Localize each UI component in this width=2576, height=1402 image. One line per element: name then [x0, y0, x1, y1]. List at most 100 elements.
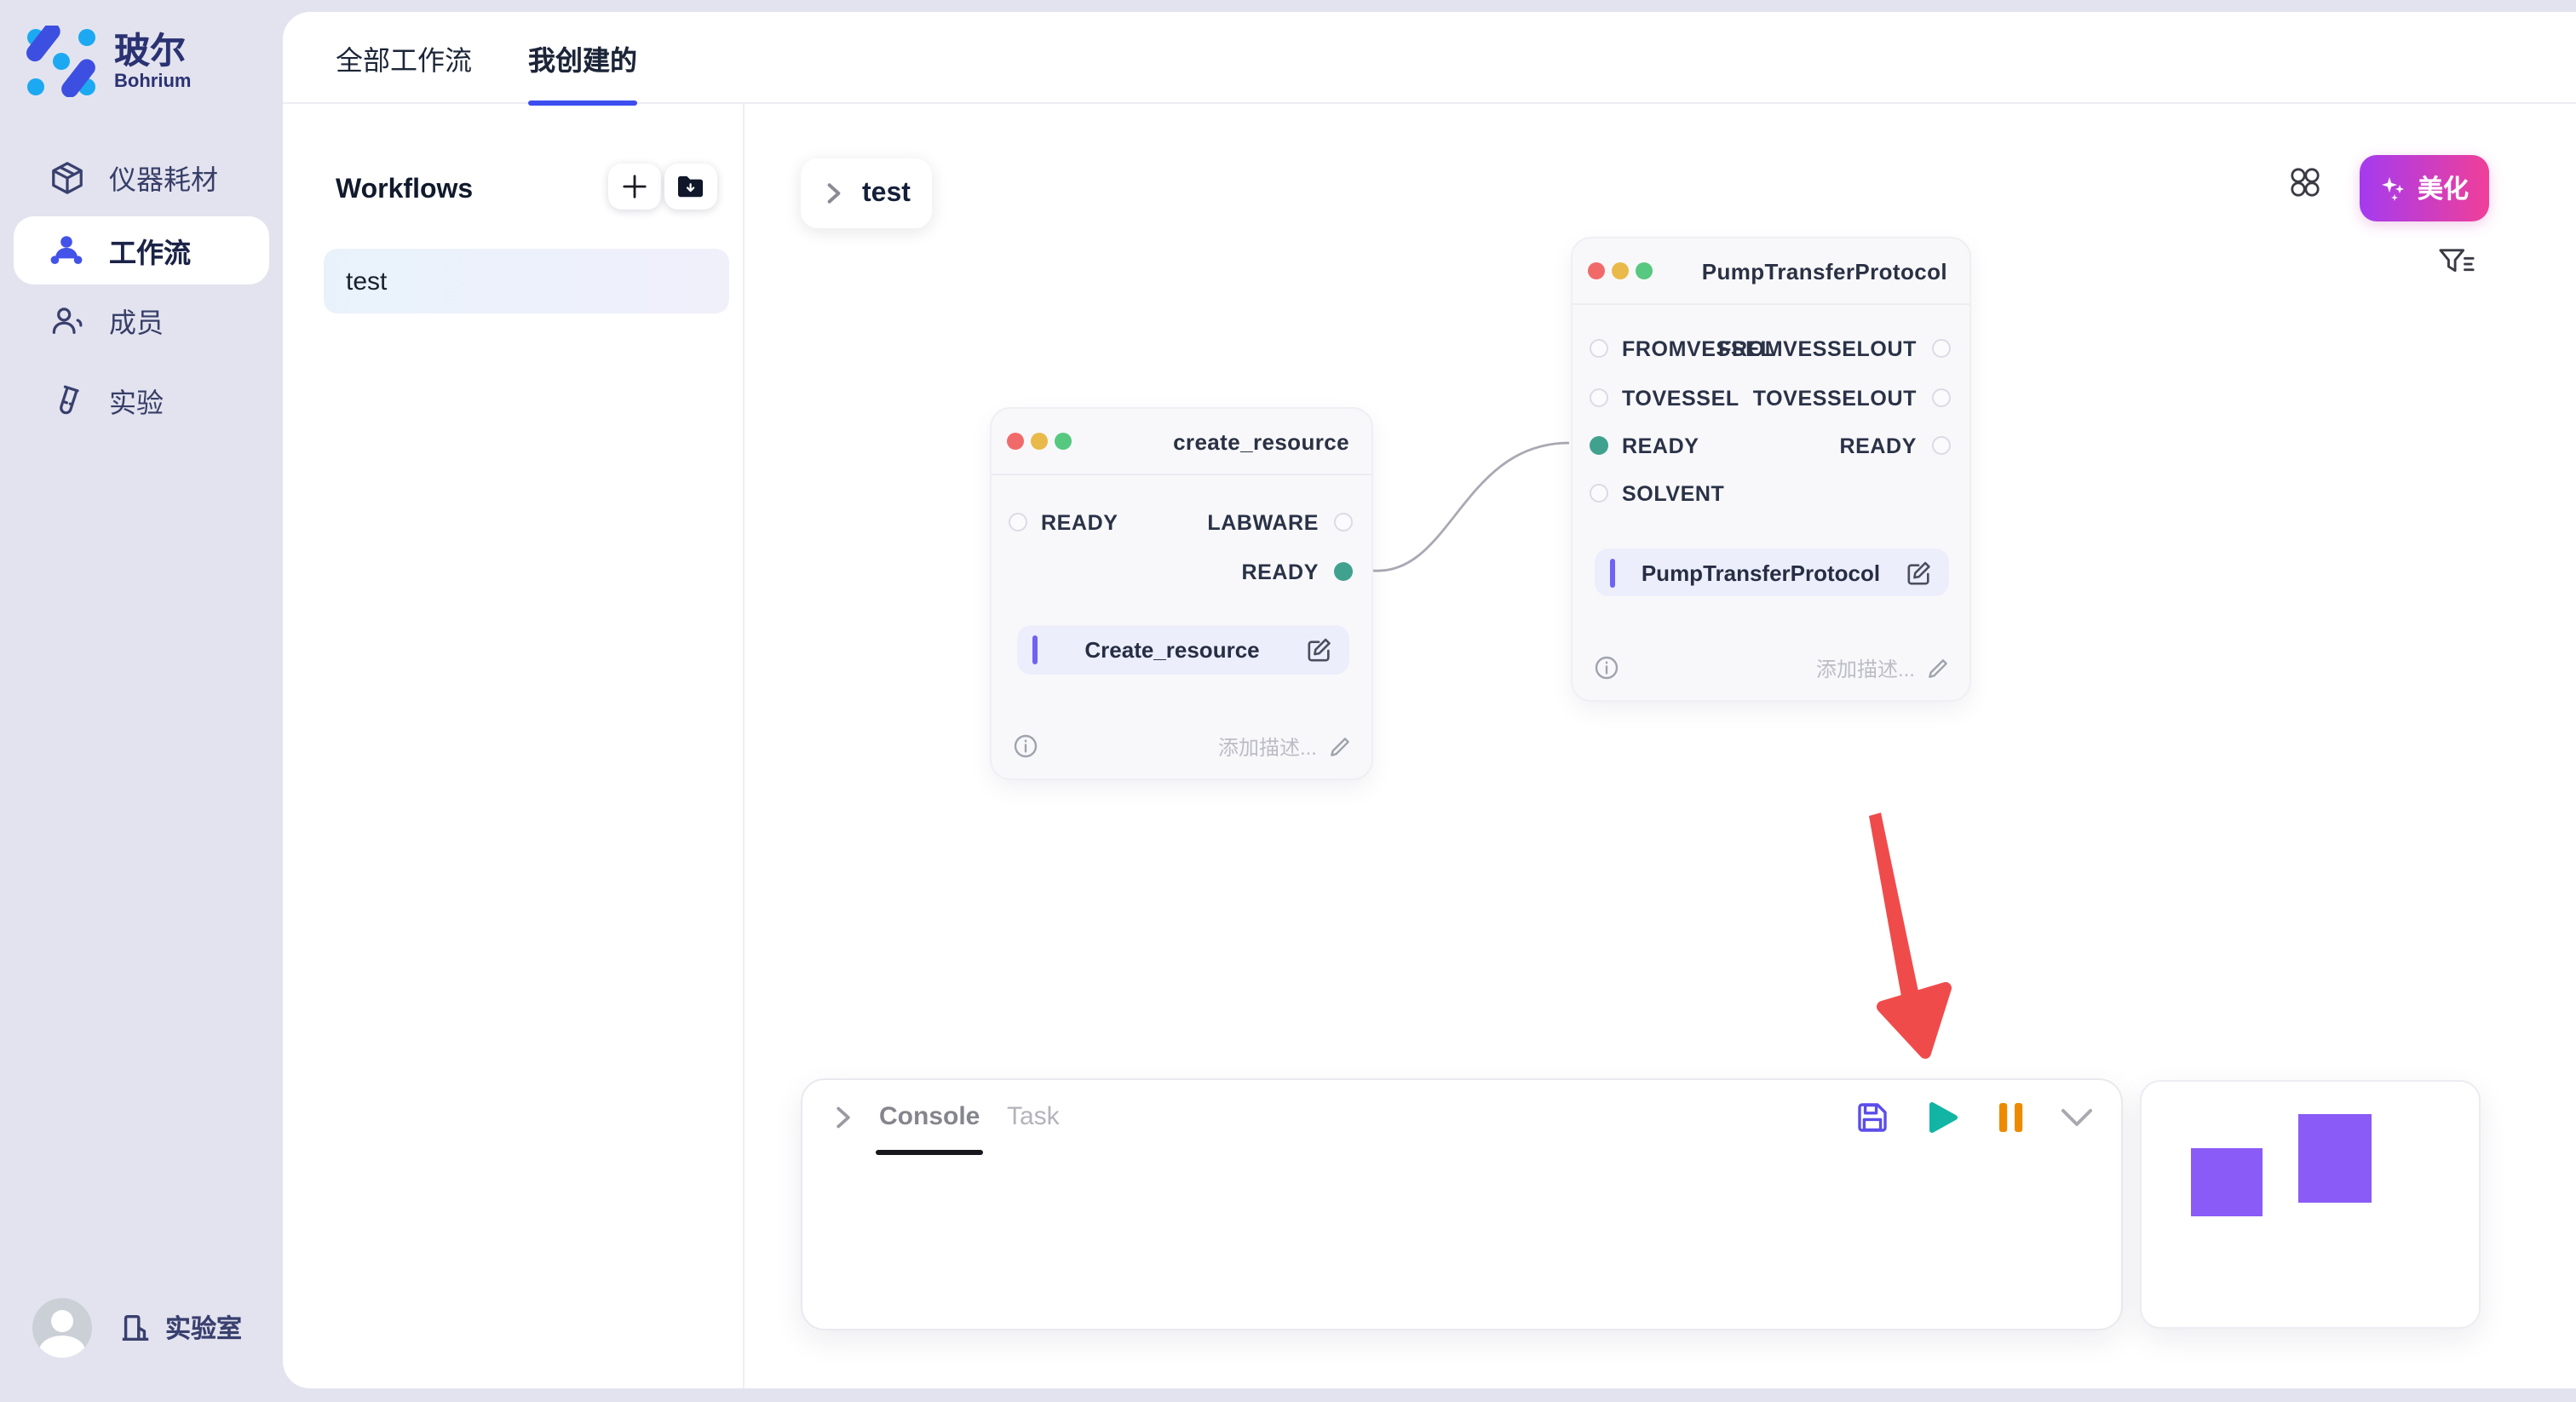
expand-chevron-icon[interactable] — [833, 1106, 854, 1129]
pencil-icon[interactable] — [1927, 657, 1949, 679]
sidebar-item-label: 工作流 — [109, 230, 191, 271]
sidebar-item-members[interactable]: 成员 — [14, 286, 269, 354]
workflows-panel-title: Workflows — [336, 175, 473, 206]
sidebar-item-label: 成员 — [109, 300, 164, 341]
port-label: TOVESSEL — [1622, 387, 1739, 411]
traffic-dots-icon — [1007, 433, 1072, 450]
pause-icon — [1996, 1100, 2025, 1135]
edit-icon[interactable] — [1307, 637, 1332, 663]
save-button[interactable] — [1852, 1097, 1893, 1138]
workflows-panel: Workflows test — [283, 104, 745, 1388]
brand-name-zh: 玻尔 — [114, 32, 191, 71]
save-icon — [1855, 1100, 1889, 1135]
sidebar: 玻尔 Bohrium 仪器耗材 — [0, 0, 283, 1402]
main-content: 全部工作流 我创建的 Workflows test — [283, 12, 2576, 1388]
port-label: SOLVENT — [1622, 482, 1724, 506]
user-avatar[interactable] — [32, 1298, 92, 1358]
output-port-ready[interactable] — [1932, 436, 1951, 455]
plus-icon — [622, 174, 647, 199]
node-footer: 添加描述... — [1014, 729, 1351, 763]
minimap-node-pump-transfer — [2298, 1114, 2372, 1203]
building-icon — [119, 1312, 152, 1344]
node-footer: 添加描述... — [1595, 651, 1949, 685]
node-function-pill[interactable]: Create_resource — [1017, 625, 1349, 675]
bohrium-logo-icon — [26, 26, 97, 97]
app-window: 玻尔 Bohrium 仪器耗材 — [0, 0, 2576, 1402]
pill-label: Create_resource — [1038, 637, 1307, 663]
port-row: FROMVESSEL FROMVESSELOUT — [1573, 332, 1969, 366]
node-function-pill[interactable]: PumpTransferProtocol — [1595, 549, 1949, 596]
pill-label: PumpTransferProtocol — [1615, 560, 1906, 585]
sparkles-icon — [2380, 175, 2407, 202]
tab-all-workflows[interactable]: 全部工作流 — [336, 12, 472, 104]
sidebar-item-experiment[interactable]: 实验 — [14, 366, 269, 434]
port-label: READY — [1622, 434, 1699, 458]
sidebar-footer: 实验室 — [32, 1298, 242, 1358]
play-icon — [1925, 1100, 1959, 1135]
brand-name-en: Bohrium — [114, 71, 191, 91]
top-tabbar: 全部工作流 我创建的 — [283, 12, 2576, 104]
port-row: READY READY — [1573, 429, 1969, 463]
add-workflow-button[interactable] — [608, 164, 661, 210]
sidebar-item-label: 仪器耗材 — [109, 157, 218, 198]
node-title: create_resource — [1173, 428, 1349, 454]
port-row: READY — [992, 555, 1371, 589]
minimap[interactable] — [2140, 1080, 2481, 1329]
sidebar-item-label: 实验 — [109, 380, 164, 421]
collapse-panel-button[interactable] — [2056, 1097, 2097, 1138]
chevron-right-icon — [825, 182, 843, 204]
breadcrumb-label: test — [862, 178, 911, 209]
input-port-fromvessel[interactable] — [1590, 339, 1608, 358]
info-icon[interactable] — [1595, 656, 1619, 680]
tab-task[interactable]: Task — [1007, 1102, 1060, 1131]
layout-command-button[interactable] — [2286, 164, 2324, 201]
node-pump-transfer-protocol[interactable]: PumpTransferProtocol FROMVESSEL FROMVESS… — [1571, 237, 1971, 702]
import-folder-button[interactable] — [664, 164, 717, 210]
pencil-icon[interactable] — [1329, 735, 1351, 757]
beautify-button[interactable]: 美化 — [2360, 155, 2489, 221]
info-icon[interactable] — [1014, 734, 1038, 758]
folder-download-icon — [676, 174, 705, 199]
node-create-resource[interactable]: create_resource READY LABWARE READY Crea… — [990, 407, 1373, 780]
command-icon — [2288, 165, 2322, 199]
brand-logo[interactable]: 玻尔 Bohrium — [26, 26, 191, 97]
input-port-tovessel[interactable] — [1590, 388, 1608, 407]
sidebar-item-instruments[interactable]: 仪器耗材 — [14, 143, 269, 211]
traffic-dots-icon — [1588, 262, 1653, 279]
pause-button[interactable] — [1990, 1097, 2031, 1138]
tab-console[interactable]: Console — [879, 1102, 980, 1131]
minimap-node-create-resource — [2191, 1148, 2263, 1216]
port-row: READY LABWARE — [992, 506, 1371, 540]
description-placeholder[interactable]: 添加描述... — [1816, 653, 1915, 682]
output-port-ready-connected[interactable] — [1334, 562, 1353, 581]
sidebar-item-workflow[interactable]: 工作流 — [14, 216, 269, 284]
input-port-solvent[interactable] — [1590, 484, 1608, 503]
edit-icon[interactable] — [1906, 560, 1932, 585]
port-label: READY — [1241, 560, 1319, 584]
node-header: PumpTransferProtocol — [1573, 238, 1969, 305]
workflow-item-name: test — [346, 267, 387, 296]
output-port-tovesselout[interactable] — [1932, 388, 1951, 407]
workspace-switcher[interactable]: 实验室 — [119, 1310, 242, 1346]
input-port-ready[interactable] — [1009, 513, 1027, 531]
port-row: TOVESSEL TOVESSELOUT — [1573, 382, 1969, 416]
description-placeholder[interactable]: 添加描述... — [1218, 732, 1317, 761]
port-label: TOVESSELOUT — [1753, 387, 1917, 411]
workspace-label: 实验室 — [165, 1310, 242, 1346]
port-label: READY — [1839, 434, 1917, 458]
workflow-list-item[interactable]: test — [324, 249, 729, 313]
tab-created-by-me[interactable]: 我创建的 — [528, 12, 637, 104]
output-port-labware[interactable] — [1334, 513, 1353, 531]
output-port-fromvesselout[interactable] — [1932, 339, 1951, 358]
workflow-canvas[interactable]: test 美化 — [745, 104, 2576, 1388]
run-button[interactable] — [1922, 1097, 1963, 1138]
console-panel: Console Task — [801, 1078, 2123, 1330]
input-port-ready-connected[interactable] — [1590, 436, 1608, 455]
chevron-down-icon — [2060, 1107, 2094, 1128]
filter-button[interactable] — [2436, 244, 2477, 284]
node-title: PumpTransferProtocol — [1702, 258, 1947, 284]
package-icon — [48, 158, 85, 196]
members-icon — [48, 302, 85, 339]
filter-icon — [2438, 246, 2475, 282]
breadcrumb[interactable]: test — [801, 158, 932, 228]
